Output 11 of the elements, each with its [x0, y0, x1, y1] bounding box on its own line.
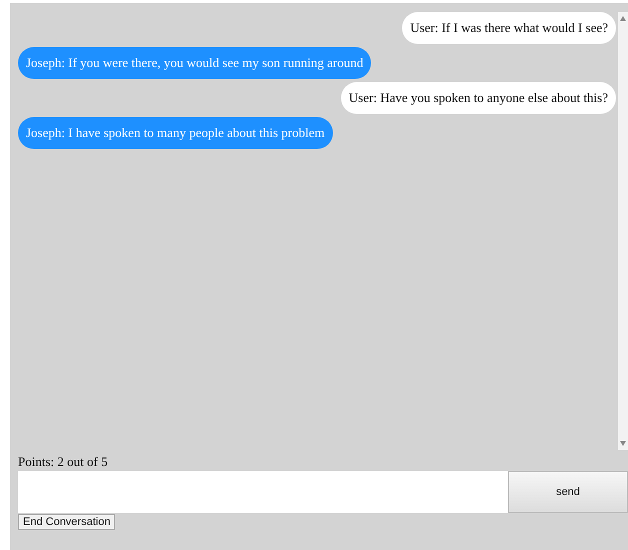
points-label: Points: 2 out of 5	[18, 454, 109, 469]
send-button[interactable]: send	[508, 471, 628, 513]
bot-message: Joseph: I have spoken to many people about this problem	[18, 117, 333, 149]
message-input[interactable]	[18, 471, 508, 513]
user-message: User: If I was there what would I see?	[402, 12, 616, 44]
scroll-down-icon[interactable]	[620, 441, 626, 446]
end-conversation-button[interactable]: End Conversation	[18, 514, 116, 530]
scrollbar[interactable]	[618, 12, 628, 450]
bot-message: Joseph: If you were there, you would see my son running around	[18, 47, 372, 79]
user-message: User: Have you spoken to anyone else about this?	[340, 82, 616, 114]
scroll-up-icon[interactable]	[620, 16, 626, 21]
